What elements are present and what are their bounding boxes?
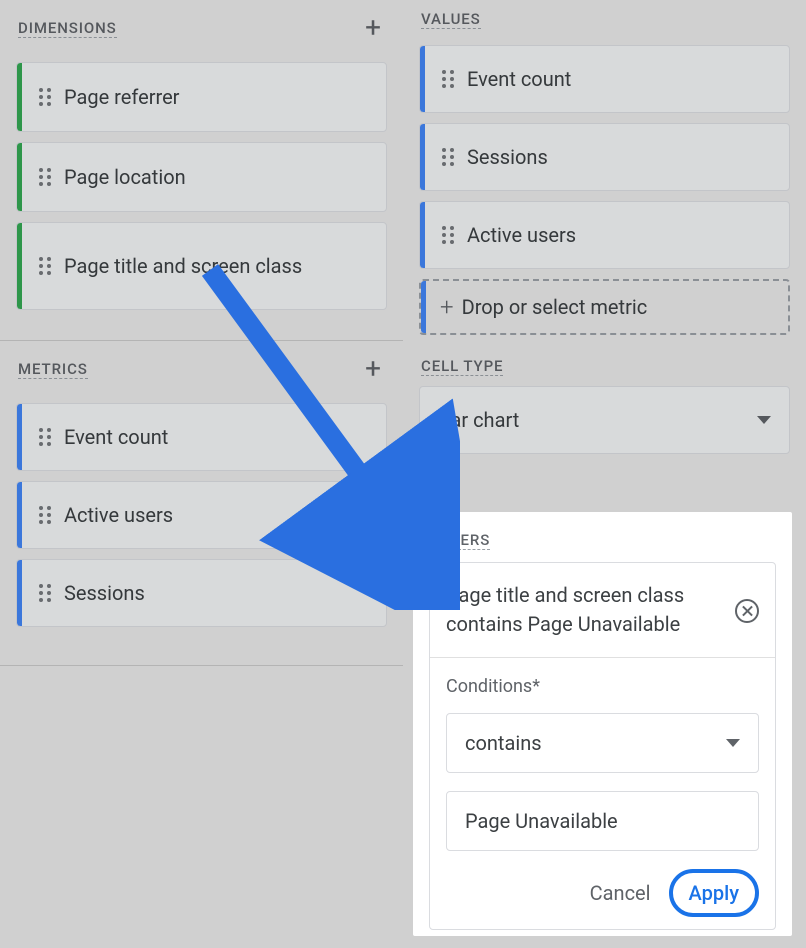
accent-bar: [420, 202, 425, 268]
metric-chip[interactable]: Active users: [16, 481, 387, 549]
condition-value-text: Page Unavailable: [465, 809, 618, 833]
plus-icon: +: [440, 293, 454, 321]
value-chip[interactable]: Active users: [419, 201, 790, 269]
accent-bar: [17, 482, 22, 548]
filter-card: Page title and screen class contains Pag…: [429, 562, 776, 930]
chip-label: Page location: [64, 164, 374, 190]
accent-bar: [17, 63, 22, 131]
drag-handle-icon[interactable]: [34, 87, 56, 107]
condition-operator-value: contains: [465, 731, 542, 755]
divider: [430, 657, 775, 658]
dimension-chip[interactable]: Page location: [16, 142, 387, 212]
chip-label: Page referrer: [64, 84, 374, 110]
value-chip[interactable]: Event count: [419, 45, 790, 113]
cancel-button[interactable]: Cancel: [590, 881, 651, 905]
chip-label: Sessions: [64, 580, 374, 606]
drag-handle-icon[interactable]: [437, 225, 459, 245]
accent-bar: [420, 124, 425, 190]
drag-handle-icon[interactable]: [34, 583, 56, 603]
dropdown-triangle-icon: [726, 739, 740, 747]
dimension-chip[interactable]: Page title and screen class: [16, 222, 387, 310]
chip-label: Event count: [64, 424, 374, 450]
dimension-chip[interactable]: Page referrer: [16, 62, 387, 132]
accent-bar: [421, 281, 426, 333]
apply-button[interactable]: Apply: [689, 881, 739, 905]
condition-operator-select[interactable]: contains: [446, 713, 759, 773]
chip-label: Active users: [64, 502, 374, 528]
chip-label: Event count: [467, 66, 777, 92]
condition-value-input[interactable]: Page Unavailable: [446, 791, 759, 851]
conditions-label: Conditions*: [446, 676, 759, 697]
drop-label: Drop or select metric: [462, 295, 648, 319]
remove-filter-button[interactable]: [735, 599, 759, 623]
accent-bar: [17, 223, 22, 309]
apply-highlight-ring: Apply: [669, 869, 759, 917]
accent-bar: [17, 404, 22, 470]
accent-bar: [420, 46, 425, 112]
metrics-heading: METRICS: [18, 360, 88, 379]
drag-handle-icon[interactable]: [437, 69, 459, 89]
values-heading: VALUES: [421, 10, 481, 29]
dropdown-triangle-icon: [757, 416, 771, 424]
divider: [0, 665, 403, 666]
drag-handle-icon[interactable]: [34, 167, 56, 187]
cell-type-heading: CELL TYPE: [421, 357, 503, 376]
cell-type-select[interactable]: Bar chart: [419, 386, 790, 454]
dimensions-heading: DIMENSIONS: [18, 19, 117, 38]
metrics-list: Event count Active users Sessions: [0, 387, 403, 665]
metric-chip[interactable]: Event count: [16, 403, 387, 471]
divider: [0, 340, 403, 341]
filters-heading: FILTERS: [429, 531, 490, 550]
chip-label: Page title and screen class: [64, 253, 374, 279]
chip-label: Sessions: [467, 144, 777, 170]
add-dimension-button[interactable]: +: [361, 10, 385, 46]
drag-handle-icon[interactable]: [34, 427, 56, 447]
drag-handle-icon[interactable]: [437, 147, 459, 167]
dimensions-list: Page referrer Page location Page title a…: [0, 46, 403, 340]
drop-metric-zone[interactable]: + Drop or select metric: [419, 279, 790, 335]
values-list: Event count Sessions Active users + Drop…: [403, 29, 806, 343]
metric-chip[interactable]: Sessions: [16, 559, 387, 627]
accent-bar: [17, 560, 22, 626]
filter-summary: Page title and screen class contains Pag…: [446, 581, 735, 639]
add-metric-button[interactable]: +: [361, 351, 385, 387]
drag-handle-icon[interactable]: [34, 256, 56, 276]
cell-type-value: Bar chart: [438, 408, 519, 432]
chip-label: Active users: [467, 222, 777, 248]
value-chip[interactable]: Sessions: [419, 123, 790, 191]
accent-bar: [17, 143, 22, 211]
drag-handle-icon[interactable]: [34, 505, 56, 525]
filters-popover: FILTERS Page title and screen class cont…: [413, 512, 792, 936]
